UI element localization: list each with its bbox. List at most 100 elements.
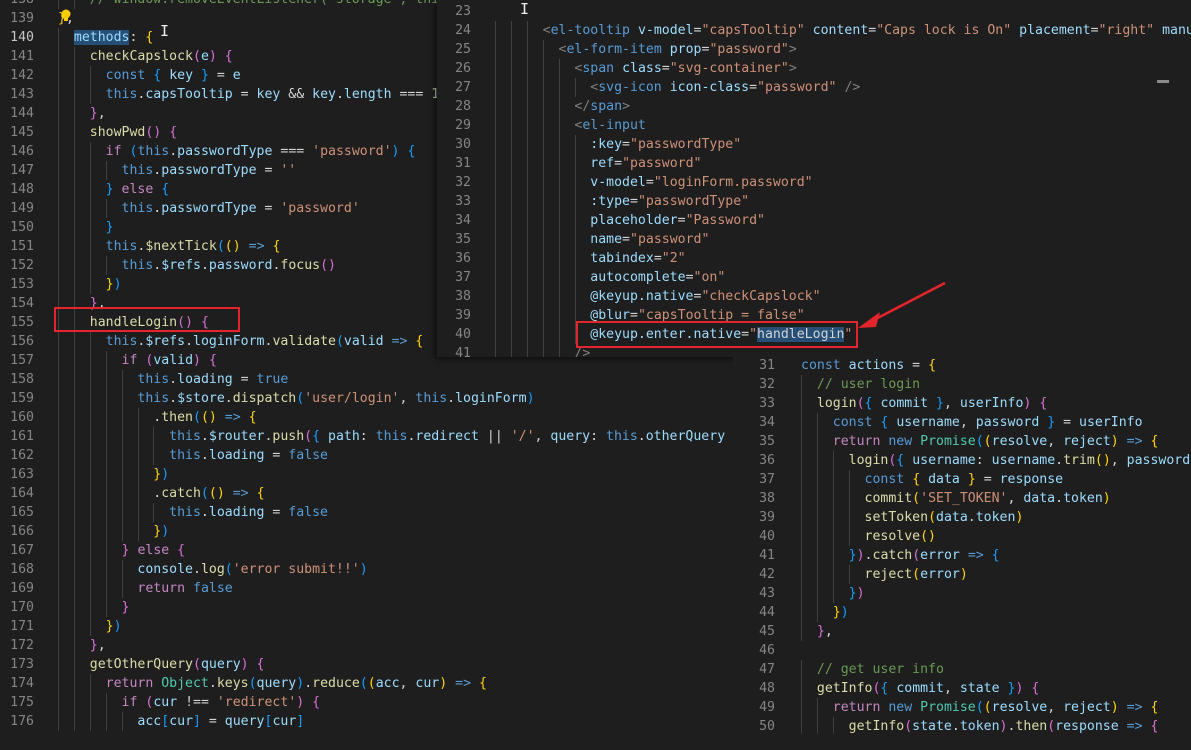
code-line[interactable]: 33 :type="passwordType" xyxy=(437,192,1191,211)
code-line[interactable]: 35 name="password" xyxy=(437,230,1191,249)
code-line[interactable]: 174 return Object.keys(query).reduce((ac… xyxy=(0,674,740,693)
indent-guide xyxy=(526,173,528,192)
code-line[interactable]: 47 // get user info xyxy=(733,660,1191,679)
code-line[interactable]: 27 <svg-icon icon-class="password" /> xyxy=(437,78,1191,97)
code-line[interactable]: 49 return new Promise((resolve, reject) … xyxy=(733,698,1191,717)
code-line[interactable]: 24 <el-tooltip v-model = "capsTooltip" con… xyxy=(437,21,1191,40)
code-line[interactable]: 175 if (cur !== 'redirect') { xyxy=(0,693,740,712)
code-line[interactable]: 45 }, xyxy=(733,622,1191,641)
code-text: }, xyxy=(801,622,833,641)
indent-guide xyxy=(58,66,59,85)
code-line[interactable]: 35 return new Promise((resolve, reject) … xyxy=(733,432,1191,451)
code-line[interactable]: 48 getInfo({ commit, state }) { xyxy=(733,679,1191,698)
code-line[interactable]: 162 this.loading = false xyxy=(0,446,740,465)
code-token: trim xyxy=(1063,453,1095,468)
code-line[interactable]: 169 return false xyxy=(0,579,740,598)
code-line[interactable]: 159 this.$store.dispatch('user/login', t… xyxy=(0,389,740,408)
code-line[interactable]: 39 setToken(data.token) xyxy=(733,508,1191,527)
indent-guide xyxy=(121,560,123,579)
code-token: "password" xyxy=(630,232,710,247)
code-line[interactable]: 158 this.loading = true xyxy=(0,370,740,389)
indent-guide xyxy=(153,446,155,465)
code-line[interactable]: 43 }) xyxy=(733,584,1191,603)
code-line[interactable]: 31 ref="password" xyxy=(437,154,1191,173)
code-token: $refs xyxy=(145,334,186,349)
indent-guide xyxy=(510,59,512,78)
code-text: }) xyxy=(801,603,849,622)
code-token: = xyxy=(685,270,694,285)
code-line[interactable]: 34 placeholder="Password" xyxy=(437,211,1191,230)
indent-guide xyxy=(89,541,91,560)
code-line[interactable]: 167 } else { xyxy=(0,541,740,560)
code-line[interactable]: 40 resolve() xyxy=(733,527,1191,546)
code-line[interactable]: 172 }, xyxy=(0,636,740,655)
code-line[interactable]: 166 }) xyxy=(0,522,740,541)
code-line[interactable]: 163 }) xyxy=(0,465,740,484)
code-line[interactable]: 39 @blur="capsTooltip = false" xyxy=(437,306,1191,325)
indent-guide xyxy=(801,565,802,584)
indent-guide xyxy=(832,489,834,508)
code-line[interactable]: 32 v-model="loginForm.password" xyxy=(437,173,1191,192)
code-line[interactable]: 36 login({ username: username.trim(), pa… xyxy=(733,451,1191,470)
indent-guide xyxy=(558,192,560,211)
code-token: . xyxy=(169,391,178,406)
code-line[interactable]: 161 this.$router.push({ path: this.redir… xyxy=(0,427,740,446)
indent-guide xyxy=(89,180,91,199)
code-line[interactable]: 168 console.log('error submit!!') xyxy=(0,560,740,579)
indent-guide xyxy=(832,470,834,489)
code-line[interactable]: 33 login({ commit }, userInfo) { xyxy=(733,394,1191,413)
code-token: actions xyxy=(848,358,905,373)
code-token: return xyxy=(105,676,154,691)
code-token: === xyxy=(391,87,432,102)
code-line[interactable]: 38 commit('SET_TOKEN', data.token) xyxy=(733,489,1191,508)
code-line[interactable]: 36 tabindex="2" xyxy=(437,249,1191,268)
code-line[interactable]: 164 .catch(() => { xyxy=(0,484,740,503)
code-line[interactable]: 165 this.loading = false xyxy=(0,503,740,522)
code-token: console xyxy=(137,562,193,577)
code-token: handleLogin xyxy=(757,327,845,342)
code-line[interactable]: 26 <span class="svg-container"> xyxy=(437,59,1191,78)
code-line[interactable]: 40 @keyup.enter.native="handleLogin" xyxy=(437,325,1191,344)
line-number: 154 xyxy=(10,296,34,311)
code-line[interactable]: 23 xyxy=(437,2,1191,21)
indent-guide xyxy=(574,192,576,211)
code-line[interactable]: 37 autocomplete="on" xyxy=(437,268,1191,287)
code-token: = xyxy=(1090,23,1099,38)
store-code-editor[interactable]: 31 const actions = {32 // user login 33 lo… xyxy=(733,356,1191,733)
code-line[interactable]: 44 }) xyxy=(733,603,1191,622)
code-line[interactable]: 30 :key="passwordType" xyxy=(437,135,1191,154)
code-line[interactable]: 38 @keyup.native="checkCapslock" xyxy=(437,287,1191,306)
code-line[interactable]: 42 reject(error) xyxy=(733,565,1191,584)
indent-guide xyxy=(121,408,123,427)
code-line[interactable]: 50 getInfo(state.token).then(response =>… xyxy=(733,717,1191,733)
code-text: this.passwordType = 'password' xyxy=(58,199,360,218)
code-line[interactable]: 32 // user login xyxy=(733,375,1191,394)
code-line[interactable]: 160 .then(() => { xyxy=(0,408,740,427)
code-line[interactable]: 41 }).catch(error => { xyxy=(733,546,1191,565)
code-line[interactable]: 34 const { username, password } = userIn… xyxy=(733,413,1191,432)
lightbulb-icon[interactable] xyxy=(60,9,72,23)
code-token: { xyxy=(256,486,265,501)
code-line[interactable]: 28 </span> xyxy=(437,97,1191,116)
indent-guide xyxy=(495,287,496,306)
template-code-editor[interactable]: 23 24 <el-tooltip v-model="capsTooltip" c… xyxy=(437,0,1191,357)
code-line[interactable]: 46 xyxy=(733,641,1191,660)
code-line[interactable]: 170 } xyxy=(0,598,740,617)
code-token: . xyxy=(200,505,209,520)
code-line[interactable]: 25 <el-form-item prop="password"> xyxy=(437,40,1191,59)
code-line[interactable]: 31 const actions = { xyxy=(733,356,1191,375)
line-number: 27 xyxy=(455,80,471,95)
indent-guide xyxy=(542,135,544,154)
code-line[interactable]: 176 acc[cur] = query[cur] xyxy=(0,712,740,731)
code-line[interactable]: 171 }) xyxy=(0,617,740,636)
code-line[interactable]: 29 <el-input xyxy=(437,116,1191,135)
code-line[interactable]: 173 getOtherQuery(query) { xyxy=(0,655,740,674)
code-line[interactable]: 37 const { data } = response xyxy=(733,470,1191,489)
